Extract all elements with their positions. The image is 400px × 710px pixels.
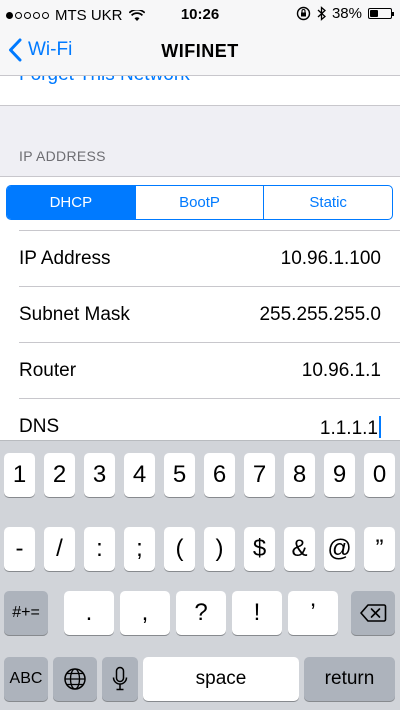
bluetooth-icon [317, 6, 326, 21]
key-quote[interactable]: ” [364, 527, 395, 571]
dns-input[interactable]: 1.1.1.1 [320, 416, 381, 440]
field-row-ip-address[interactable]: IP Address 10.96.1.100 [19, 230, 400, 286]
field-label: Router [19, 360, 77, 381]
key-space[interactable]: space [143, 657, 299, 701]
key-delete[interactable] [351, 591, 395, 635]
status-right: 38% [296, 5, 394, 22]
keyboard: 1 2 3 4 5 6 7 8 9 0 - / : ; ( ) $ & @ ” … [0, 440, 400, 710]
field-value[interactable]: 255.255.255.0 [259, 304, 381, 326]
forget-network-label: Forget This Network [19, 76, 190, 86]
page-title: WIFINET [161, 41, 239, 61]
ip-mode-segmented-control: DHCP BootP Static [6, 185, 393, 220]
key-5[interactable]: 5 [164, 453, 195, 497]
segment-static[interactable]: Static [263, 186, 392, 219]
key-apostrophe[interactable]: ’ [288, 591, 338, 635]
field-label: DNS [19, 416, 60, 437]
key-3[interactable]: 3 [84, 453, 115, 497]
field-value: 1.1.1.1 [319, 418, 378, 439]
field-row-router[interactable]: Router 10.96.1.1 [19, 342, 400, 398]
key-slash[interactable]: / [44, 527, 75, 571]
key-8[interactable]: 8 [284, 453, 315, 497]
segment-bootp[interactable]: BootP [134, 186, 264, 219]
microphone-icon [112, 666, 128, 691]
status-bar: MTS UKR 10:26 38% [0, 0, 400, 28]
field-value[interactable]: 10.96.1.100 [281, 248, 381, 270]
key-at[interactable]: @ [324, 527, 355, 571]
key-7[interactable]: 7 [244, 453, 275, 497]
key-hyphen[interactable]: - [4, 527, 35, 571]
field-row-subnet-mask[interactable]: Subnet Mask 255.255.255.0 [19, 286, 400, 342]
key-symbols[interactable]: #+= [4, 591, 48, 635]
key-return[interactable]: return [304, 657, 395, 701]
field-label: IP Address [19, 248, 111, 269]
key-globe[interactable] [53, 657, 97, 701]
key-1[interactable]: 1 [4, 453, 35, 497]
key-6[interactable]: 6 [204, 453, 235, 497]
key-semicolon[interactable]: ; [124, 527, 155, 571]
key-period[interactable]: . [64, 591, 114, 635]
section-header-ip-address: IP ADDRESS [19, 148, 106, 164]
globe-icon [64, 668, 86, 690]
text-cursor [379, 416, 381, 438]
orientation-lock-icon [296, 6, 311, 21]
key-0[interactable]: 0 [364, 453, 395, 497]
ip-fields-list: IP Address 10.96.1.100 Subnet Mask 255.2… [0, 230, 400, 454]
key-abc[interactable]: ABC [4, 657, 48, 701]
key-comma[interactable]: , [120, 591, 170, 635]
navigation-bar: Wi-Fi WIFINET [0, 28, 400, 76]
key-question[interactable]: ? [176, 591, 226, 635]
key-2[interactable]: 2 [44, 453, 75, 497]
key-open-paren[interactable]: ( [164, 527, 195, 571]
segment-dhcp[interactable]: DHCP [7, 186, 135, 219]
key-4[interactable]: 4 [124, 453, 155, 497]
key-exclamation[interactable]: ! [232, 591, 282, 635]
battery-percent: 38% [331, 5, 362, 22]
key-dollar[interactable]: $ [244, 527, 275, 571]
key-ampersand[interactable]: & [284, 527, 315, 571]
backspace-icon [360, 604, 387, 622]
field-label: Subnet Mask [19, 304, 130, 325]
key-dictation[interactable] [102, 657, 138, 701]
key-colon[interactable]: : [84, 527, 115, 571]
battery-icon [368, 8, 394, 19]
ip-mode-section: DHCP BootP Static [0, 176, 400, 230]
key-9[interactable]: 9 [324, 453, 355, 497]
key-close-paren[interactable]: ) [204, 527, 235, 571]
forget-network-row[interactable]: Forget This Network [0, 76, 400, 106]
field-value[interactable]: 10.96.1.1 [302, 360, 381, 382]
